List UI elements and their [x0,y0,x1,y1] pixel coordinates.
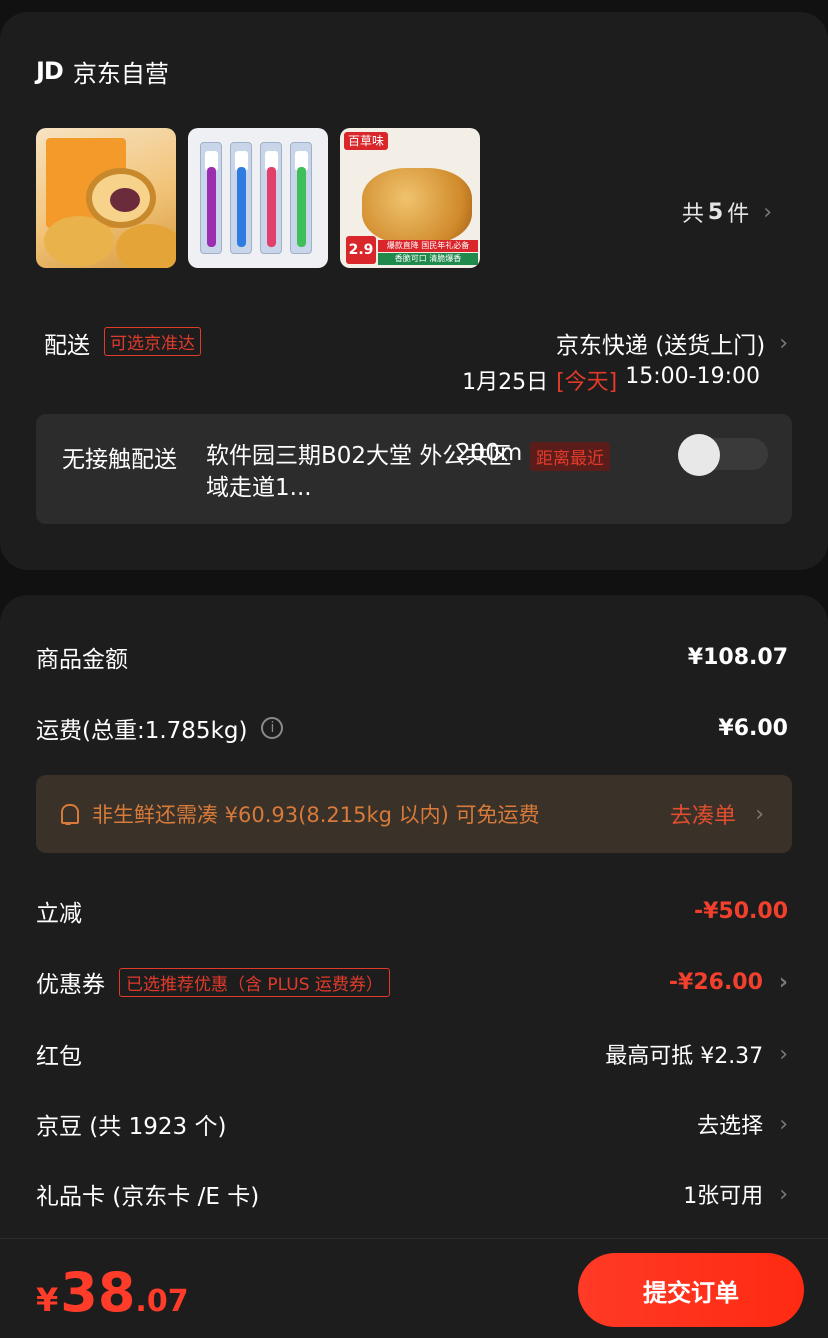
gift-card-value-group: 1张可用 › [683,1178,788,1210]
freight-value: ¥6.00 [718,715,788,741]
red-packet-row[interactable]: 红包 最高可抵 ¥2.37 › [36,1034,788,1074]
delivery-date: 1月25日 [462,370,549,395]
store-card: JD 京东自营 百草味 2.9 爆款直降 国民年礼必备 香脆可口 清脆爆香 共 … [0,12,828,570]
snack-banner: 爆款直降 国民年礼必备 [378,240,478,252]
total-decimal: .07 [135,1284,189,1319]
freight-label: 运费(总重:1.785kg) [36,718,248,744]
freight-label-group: 运费(总重:1.785kg) i [36,711,284,745]
chevron-right-icon: › [763,199,772,225]
snack-banner-2: 香脆可口 清脆爆香 [378,253,478,265]
bell-icon [58,802,80,826]
submit-order-button[interactable]: 提交订单 [578,1253,804,1327]
info-icon[interactable]: i [261,717,284,739]
store-name: 京东自营 [72,59,169,88]
gift-card-row[interactable]: 礼品卡 (京东卡 /E 卡) 1张可用 › [36,1174,788,1214]
no-contact-delivery-panel: 无接触配送 软件园三期B02大堂 外公共区域走道1... 200m 距离最近 [36,414,792,524]
product-thumb-snack[interactable]: 百草味 2.9 爆款直降 国民年礼必备 香脆可口 清脆爆香 [340,128,480,268]
chevron-right-icon: › [755,801,764,827]
instant-discount-value: -¥50.00 [693,898,788,924]
coupon-label: 优惠券 [36,972,105,998]
no-contact-toggle[interactable] [678,434,768,476]
jingdou-value-group: 去选择 › [697,1108,788,1140]
delivery-today-tag: [今天] [556,370,618,395]
jingdou-label: 京豆 (共 1923 个) [36,1114,227,1140]
delivery-label: 配送 [44,333,90,359]
coupon-label-group: 优惠券 已选推荐优惠（含 PLUS 运费券） [36,965,390,999]
chevron-right-icon: › [779,1111,788,1137]
product-thumb-mooncake[interactable] [36,128,176,268]
snack-brand-logo: 百草味 [344,132,388,150]
red-packet-label: 红包 [36,1044,82,1070]
coupon-value-group: -¥26.00 › [669,970,788,995]
items-count-suffix: 件 [727,202,750,227]
store-header: JD 京东自营 [36,56,169,88]
free-shipping-tip[interactable]: 非生鲜还需凑 ¥60.93(8.215kg 以内) 可免运费 去凑单 › [36,775,792,853]
toggle-knob [678,434,720,476]
goods-amount-value: ¥108.07 [687,644,788,670]
product-thumbnails[interactable]: 百草味 2.9 爆款直降 国民年礼必备 香脆可口 清脆爆香 [36,128,492,268]
delivery-option-tag: 可选京准达 [104,327,201,356]
jingdou-value: 去选择 [697,1114,764,1139]
delivery-time[interactable]: 1月25日 [今天] 15:00-19:00 [462,364,760,396]
total-integer: 38 [60,1261,136,1324]
goods-amount-row: 商品金额 ¥108.07 [36,637,792,677]
items-count-number: 5 [707,199,724,225]
coupon-row[interactable]: 优惠券 已选推荐优惠（含 PLUS 运费券） -¥26.00 › [36,962,788,1002]
goods-amount-label: 商品金额 [36,647,128,673]
instant-discount-label: 立减 [36,901,82,927]
chevron-right-icon: › [778,969,788,995]
nearest-tag: 距离最近 [530,442,610,471]
delivery-method: 京东快递 (送货上门) [555,333,766,359]
gift-card-value: 1张可用 [683,1184,764,1209]
jd-logo: JD [36,57,64,85]
currency-symbol: ¥ [36,1281,59,1319]
gift-card-label: 礼品卡 (京东卡 /E 卡) [36,1184,260,1210]
product-thumb-toothbrush[interactable] [188,128,328,268]
freight-row: 运费(总重:1.785kg) i ¥6.00 [36,708,792,748]
coupon-tag: 已选推荐优惠（含 PLUS 运费券） [119,967,390,997]
add-items-link[interactable]: 去凑单 [670,798,736,830]
order-total: ¥ 38 .07 [36,1261,189,1324]
items-count-prefix: 共 [681,202,704,227]
red-packet-value-group: 最高可抵 ¥2.37 › [605,1038,788,1070]
free-shipping-message: 非生鲜还需凑 ¥60.93(8.215kg 以内) 可免运费 [92,803,540,827]
items-count-link[interactable]: 共 5 件 › [682,196,772,228]
chevron-right-icon: › [779,1181,788,1207]
no-contact-label: 无接触配送 [62,447,177,473]
snack-price-badge: 2.9 [346,236,376,264]
chevron-right-icon: › [779,330,788,356]
red-packet-value: 最高可抵 ¥2.37 [605,1044,764,1069]
instant-discount-row: 立减 -¥50.00 [36,891,792,931]
coupon-value: -¥26.00 [668,969,763,995]
checkout-footer: ¥ 38 .07 提交订单 [0,1238,828,1338]
no-contact-distance: 200m [456,440,523,466]
jingdou-row[interactable]: 京豆 (共 1923 个) 去选择 › [36,1104,788,1144]
chevron-right-icon: › [779,1041,788,1067]
delivery-time-window: 15:00-19:00 [625,364,760,389]
price-summary-card: 商品金额 ¥108.07 运费(总重:1.785kg) i ¥6.00 非生鲜还… [0,595,828,1338]
delivery-method-selector[interactable]: 京东快递 (送货上门) › [556,326,788,360]
